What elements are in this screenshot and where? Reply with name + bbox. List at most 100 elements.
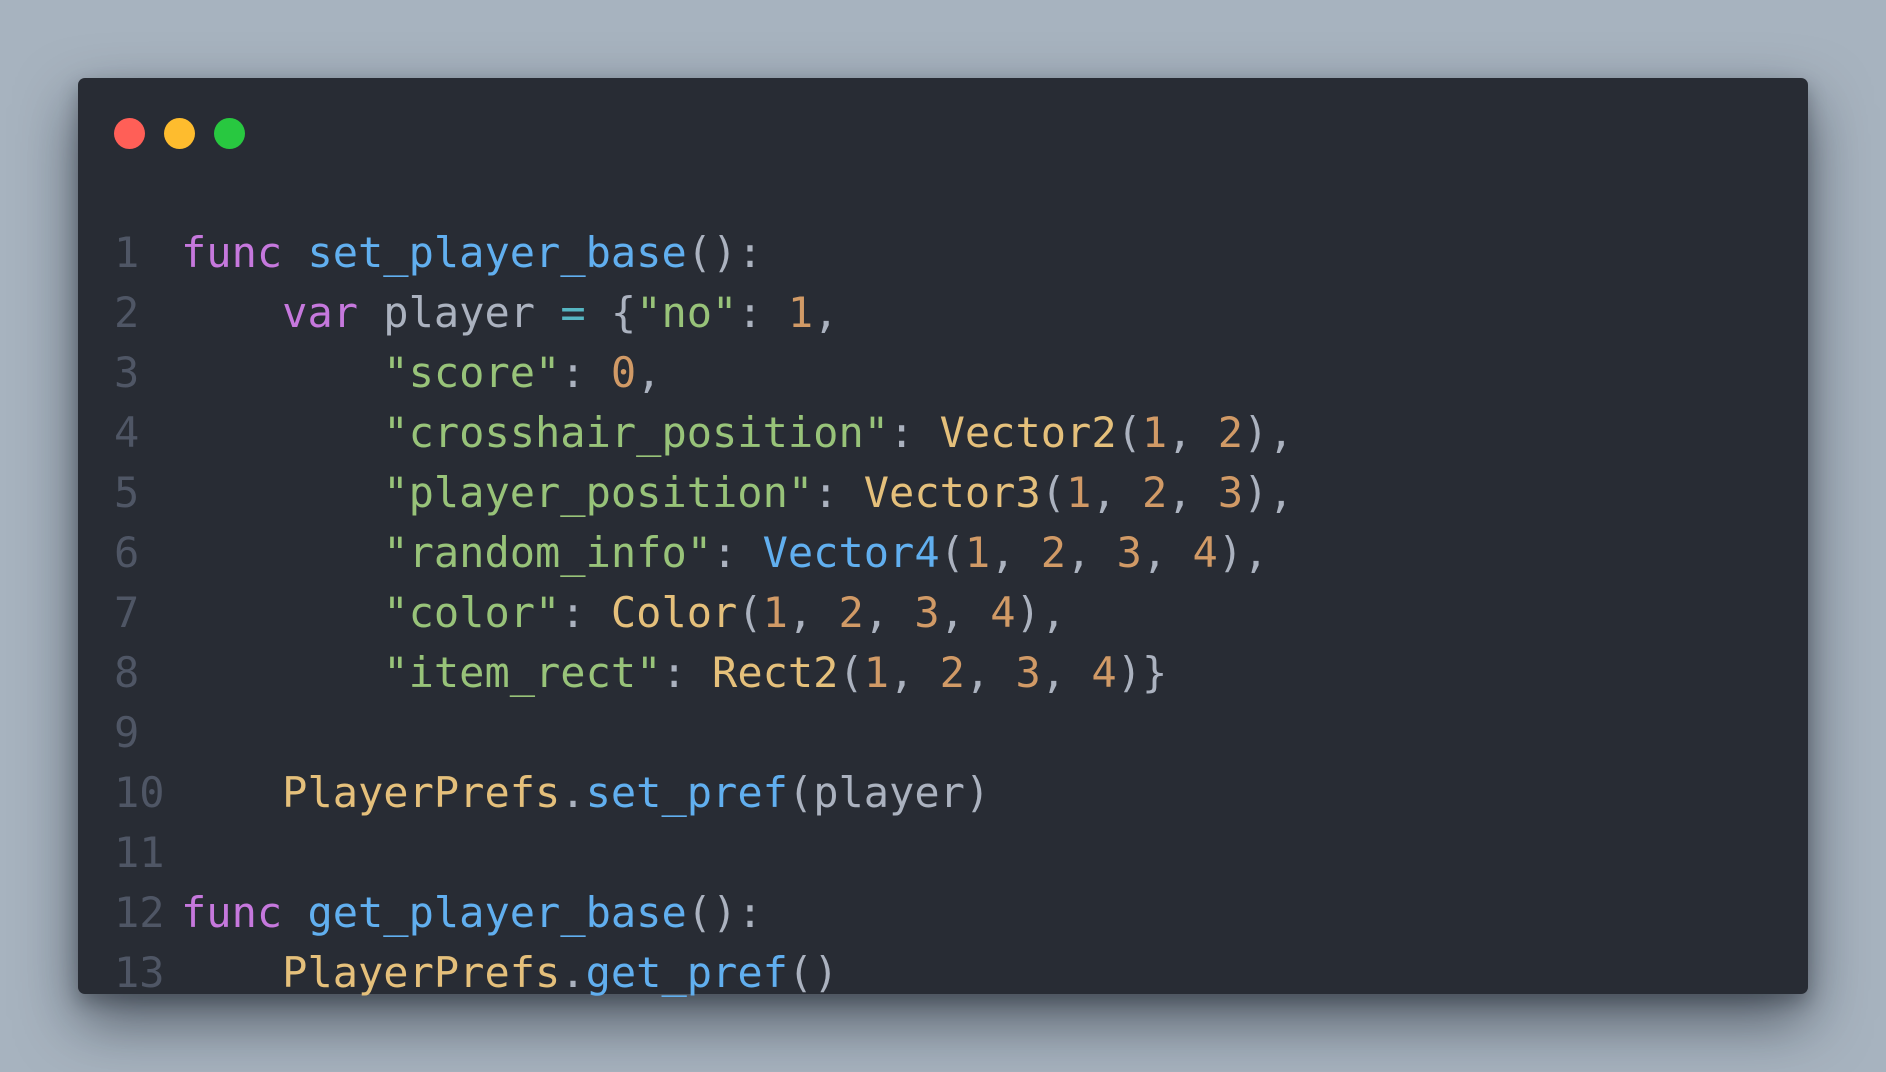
code-token: ( (939, 528, 965, 577)
code-token: PlayerPrefs (282, 948, 561, 997)
line-content: "score": 0, (181, 343, 661, 403)
code-token: , (964, 648, 1016, 697)
code-token: : (661, 648, 713, 697)
code-token: 1 (1141, 408, 1168, 457)
code-token: 3 (1116, 528, 1142, 577)
code-token: ( (838, 648, 864, 697)
code-token: , (863, 588, 915, 637)
line-content: "item_rect": Rect2(1, 2, 3, 4)} (181, 643, 1167, 703)
line-number: 5 (114, 468, 140, 517)
code-token: ), (1243, 408, 1294, 457)
line-content: var player = {"no": 1, (181, 283, 839, 343)
code-token: , (1167, 408, 1218, 457)
line-number: 4 (114, 408, 140, 457)
code-token: = (560, 288, 586, 337)
code-token: 1 (762, 588, 788, 637)
minimize-dot[interactable] (164, 118, 195, 149)
code-token: player (358, 288, 561, 337)
code-token: : (889, 408, 940, 457)
code-token: . (560, 768, 586, 817)
code-token: 2 (1141, 468, 1168, 517)
code-token: 4 (1192, 528, 1218, 577)
code-token: 1 (964, 528, 991, 577)
code-token: ), (1217, 528, 1269, 577)
code-token: 2 (939, 648, 965, 697)
line-number: 11 (114, 828, 165, 877)
code-token: 1 (863, 648, 890, 697)
code-token: Color (610, 588, 738, 637)
code-token: "score" (383, 348, 561, 397)
code-token: { (585, 288, 637, 337)
code-token: () (787, 948, 839, 997)
code-token: Vector2 (939, 408, 1117, 457)
line-number: 9 (114, 708, 140, 757)
code-token: 0 (610, 348, 637, 397)
code-token: , (1091, 468, 1142, 517)
code-token: 2 (1217, 408, 1244, 457)
code-token: (): (686, 228, 763, 277)
code-token: "item_rect" (383, 648, 662, 697)
code-token: , (990, 528, 1041, 577)
line-content: func set_player_base(): (181, 223, 763, 283)
line-content: "player_position": Vector3(1, 2, 3), (181, 463, 1294, 523)
line-number: 2 (114, 288, 140, 337)
code-window: 1 func set_player_base(): 2 var player = {… (78, 78, 1808, 997)
line-number: 3 (114, 348, 140, 397)
close-dot[interactable] (114, 118, 145, 149)
code-token: , (889, 648, 940, 697)
code-token: ( (1116, 408, 1142, 457)
code-token: . (560, 948, 586, 997)
line-number: 6 (114, 528, 140, 577)
code-token: (player) (787, 768, 991, 817)
code-token: : (737, 288, 788, 337)
code-token: PlayerPrefs (282, 768, 561, 817)
line-number: 12 (114, 888, 165, 937)
code-token: , (813, 288, 839, 337)
code-token: : (712, 528, 763, 577)
code-token: func (181, 228, 283, 277)
code-token: , (1141, 528, 1193, 577)
code-token: ), (1243, 468, 1294, 517)
code-token: , (1167, 468, 1218, 517)
line-content: PlayerPrefs.get_pref() (181, 943, 838, 1003)
code-token: ( (1040, 468, 1067, 517)
code-token: Vector4 (762, 528, 940, 577)
code-token: get_player_base (307, 888, 687, 937)
code-token: "color" (383, 588, 561, 637)
code-token: 3 (1015, 648, 1041, 697)
code-token: )} (1116, 648, 1168, 697)
line-number: 7 (114, 588, 140, 637)
code-token: Rect2 (712, 648, 839, 697)
code-token: (): (686, 888, 763, 937)
line-number: 1 (114, 228, 140, 277)
code-token: func (181, 888, 283, 937)
code-token: : (560, 588, 611, 637)
code-token: , (636, 348, 662, 397)
code-token: 4 (1091, 648, 1117, 697)
code-token: , (1040, 648, 1092, 697)
code-token: var (282, 288, 359, 337)
line-content: PlayerPrefs.set_pref(player) (181, 763, 990, 823)
code-token: ( (737, 588, 763, 637)
code-token: 1 (787, 288, 814, 337)
code-token: 4 (990, 588, 1016, 637)
line-content: "color": Color(1, 2, 3, 4), (181, 583, 1066, 643)
line-number: 8 (114, 648, 140, 697)
code-token: , (787, 588, 839, 637)
code-token: set_pref (585, 768, 788, 817)
code-token: "crosshair_position" (383, 408, 890, 457)
code-token: set_player_base (307, 228, 687, 277)
code-token: 2 (838, 588, 864, 637)
code-token: , (1066, 528, 1117, 577)
zoom-dot[interactable] (214, 118, 245, 149)
